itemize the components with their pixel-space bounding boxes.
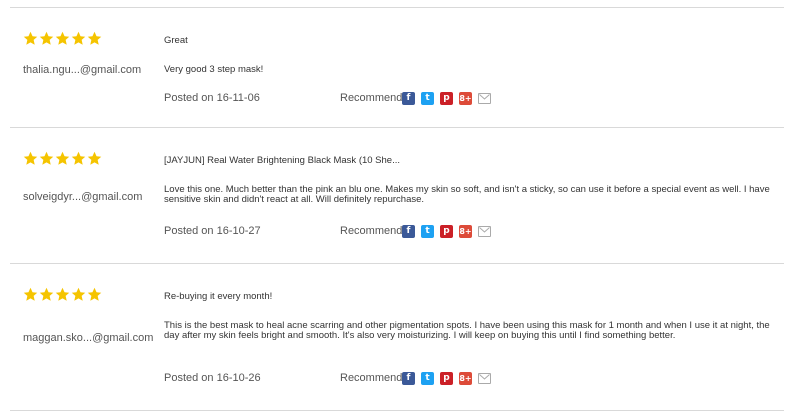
star-icon [23, 151, 38, 166]
facebook-icon[interactable]: f [402, 225, 415, 238]
twitter-icon[interactable]: t [421, 92, 434, 105]
review-body: Love this one. Much better than the pink… [164, 184, 770, 205]
twitter-icon[interactable]: t [421, 372, 434, 385]
star-icon [87, 31, 102, 46]
review-body: Very good 3 step mask! [164, 64, 264, 75]
google-plus-icon[interactable]: 8+ [459, 92, 472, 105]
recommend-label: Recommend [340, 92, 403, 104]
star-icon [23, 31, 38, 46]
facebook-icon[interactable]: f [402, 372, 415, 385]
mail-icon[interactable] [478, 373, 491, 384]
pinterest-icon[interactable]: p [440, 92, 453, 105]
pinterest-icon[interactable]: p [440, 372, 453, 385]
star-icon [87, 151, 102, 166]
review-title: [JAYJUN] Real Water Brightening Black Ma… [164, 155, 401, 166]
recommend-label: Recommend [340, 225, 403, 237]
review-item: solveigdyr...@gmail.com [JAYJUN] Real Wa… [0, 128, 800, 263]
recommend-label: Recommend [340, 372, 403, 384]
star-icon [87, 287, 102, 302]
reviewer-email: maggan.sko...@gmail.com [23, 332, 154, 344]
review-title: Great [164, 35, 188, 46]
google-plus-icon[interactable]: 8+ [459, 372, 472, 385]
posted-date: Posted on 16-10-26 [164, 372, 261, 384]
star-rating [23, 31, 103, 49]
share-buttons: f t p 8+ [402, 225, 491, 238]
reviewer-email: solveigdyr...@gmail.com [23, 191, 143, 203]
reviewer-email: thalia.ngu...@gmail.com [23, 64, 142, 76]
star-icon [71, 151, 86, 166]
star-icon [39, 31, 54, 46]
facebook-icon[interactable]: f [402, 92, 415, 105]
review-item: maggan.sko...@gmail.com Re-buying it eve… [0, 264, 800, 409]
star-icon [55, 31, 70, 46]
star-icon [71, 287, 86, 302]
star-rating [23, 287, 103, 305]
review-title: Re-buying it every month! [164, 291, 273, 302]
google-plus-icon[interactable]: 8+ [459, 225, 472, 238]
star-icon [55, 151, 70, 166]
divider-bottom [10, 410, 784, 411]
pinterest-icon[interactable]: p [440, 225, 453, 238]
star-icon [71, 31, 86, 46]
share-buttons: f t p 8+ [402, 92, 491, 105]
review-body: This is the best mask to heal acne scarr… [164, 320, 770, 341]
posted-date: Posted on 16-11-06 [164, 92, 260, 104]
star-icon [39, 151, 54, 166]
star-rating [23, 151, 103, 169]
review-item: thalia.ngu...@gmail.com Great Very good … [0, 8, 800, 126]
star-icon [55, 287, 70, 302]
twitter-icon[interactable]: t [421, 225, 434, 238]
star-icon [39, 287, 54, 302]
share-buttons: f t p 8+ [402, 372, 491, 385]
mail-icon[interactable] [478, 93, 491, 104]
posted-date: Posted on 16-10-27 [164, 225, 261, 237]
star-icon [23, 287, 38, 302]
mail-icon[interactable] [478, 226, 491, 237]
